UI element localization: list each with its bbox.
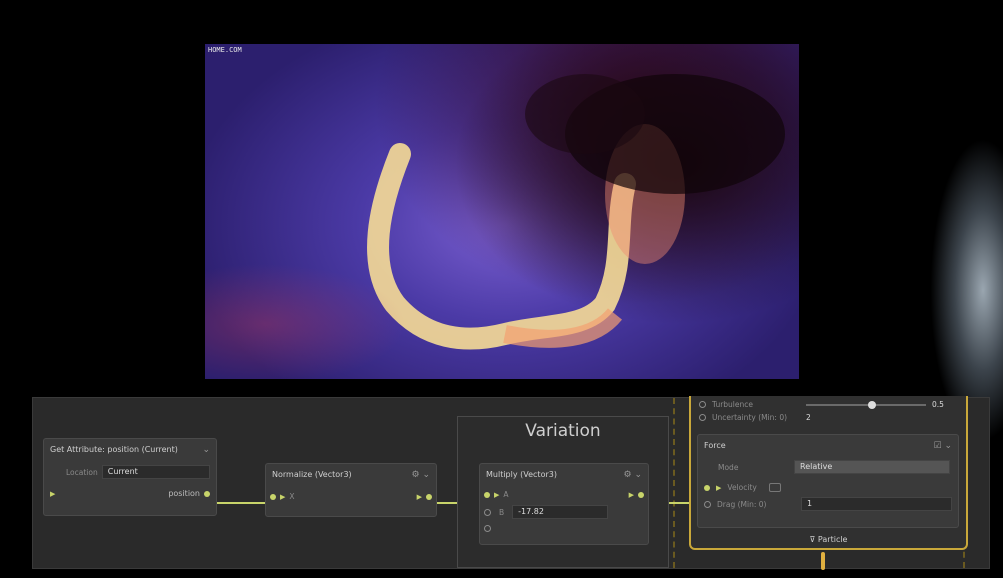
turbulence-port[interactable] [699,401,706,408]
drag-label: Drag (Min: 0) [717,499,767,509]
b-input-label: B [499,507,505,517]
node-title: Normalize (Vector3) [272,470,352,479]
particle-preview-viewport: HOME.COM [205,44,799,379]
b-value-field[interactable]: -17.82 [512,505,609,519]
mode-label: Mode [718,462,739,472]
enabled-checkbox[interactable]: ☑ ⌄ [934,435,952,457]
a-input-label: A [503,490,509,499]
slider-knob[interactable] [867,400,876,409]
settings-icon[interactable]: ⚙ ⌄ [412,464,430,486]
node-title: Multiply (Vector3) [486,470,557,479]
settings-icon[interactable]: ⚙ ⌄ [624,464,642,486]
drag-value-field[interactable]: 1 [801,497,952,511]
velocity-label: Velocity [727,483,757,492]
expand-arrow-icon[interactable]: ▶ [417,493,422,501]
particle-trail-graphic [367,74,785,350]
flow-output-connector[interactable] [821,552,825,570]
position-output-port[interactable] [204,490,210,497]
force-title: Force [704,441,726,450]
mode-dropdown[interactable]: Relative [794,460,950,474]
a-input-port[interactable] [484,491,490,498]
expand-arrow-icon[interactable]: ▶ [629,491,634,499]
update-particle-context[interactable]: Turbulence 0.5 Uncertainty (Min: 0) 2 Fo… [689,396,968,550]
node-title: Get Attribute: position (Current) [50,445,178,454]
uncertainty-port[interactable] [699,414,706,421]
position-output-label: position [168,489,200,498]
node-graph-panel[interactable]: Get Attribute: position (Current) ⌄ Locat… [32,396,990,569]
space-toggle-icon[interactable] [768,483,781,492]
expand-arrow-icon[interactable]: ▶ [716,484,721,492]
output-port[interactable] [426,493,432,500]
context-footer-label: Particle [817,535,848,544]
turbulence-slider[interactable] [806,400,926,409]
drag-input-port[interactable] [704,500,711,508]
x-input-port[interactable] [270,493,276,500]
force-block[interactable]: Force ☑ ⌄ Mode Relative ▶ Velocity Drag (… [697,434,959,528]
location-field[interactable]: Current [101,465,210,479]
x-input-label: X [289,492,295,501]
output-port[interactable] [638,491,644,498]
turbulence-value: 0.5 [932,400,944,409]
viewport-watermark: HOME.COM [208,46,242,54]
uncertainty-label: Uncertainty (Min: 0) [712,413,788,422]
expand-arrow-icon[interactable]: ▶ [494,491,499,499]
multiply-node[interactable]: Multiply (Vector3) ⚙ ⌄ ▶ A ▶ B -17.82 [479,463,649,545]
chevron-down-icon[interactable]: ⌄ [202,439,210,461]
wire-position-to-normalize [211,502,273,504]
velocity-input-port[interactable] [704,484,710,491]
extra-input-port[interactable] [484,525,491,532]
expand-arrow-icon[interactable]: ▶ [50,490,55,498]
get-attribute-node[interactable]: Get Attribute: position (Current) ⌄ Locat… [43,438,217,516]
expand-arrow-icon[interactable]: ▶ [280,493,285,501]
b-input-port[interactable] [484,508,491,516]
location-label: Location [66,467,98,477]
normalize-node[interactable]: Normalize (Vector3) ⚙ ⌄ ▶ X ▶ [265,463,437,517]
variation-title: Variation [525,421,601,441]
turbulence-label: Turbulence [712,400,753,409]
grid-divider [673,398,676,568]
particle-flow-icon: ⊽ [809,535,818,544]
uncertainty-value[interactable]: 2 [806,413,811,422]
